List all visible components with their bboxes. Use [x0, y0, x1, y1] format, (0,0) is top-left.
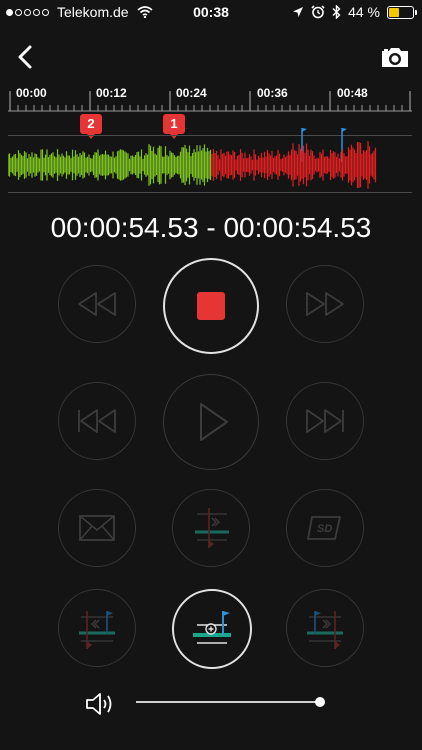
waveform-top-divider: [8, 135, 412, 136]
mail-icon: [79, 515, 115, 541]
marker-1[interactable]: 1: [163, 114, 185, 139]
previous-marker-button[interactable]: [58, 589, 136, 667]
battery-percent: 44 %: [348, 4, 380, 20]
battery-level: [389, 7, 400, 17]
tick-label: 00:12: [96, 86, 127, 100]
add-marker-icon: [193, 611, 231, 644]
fast-forward-icon: [306, 292, 344, 316]
svg-text:SD: SD: [317, 523, 332, 535]
next-marker-icon: [307, 611, 343, 649]
skip-back-button[interactable]: [58, 382, 136, 460]
waveform-bottom-divider: [8, 192, 412, 193]
camera-button[interactable]: [380, 44, 410, 70]
battery-icon: [387, 5, 417, 19]
location-icon: [293, 7, 304, 17]
tick-label: 00:00: [16, 86, 47, 100]
status-bar: Telekom.de 00:38 44 %: [0, 0, 422, 24]
email-button[interactable]: [58, 489, 136, 567]
tick-label: 00:48: [337, 86, 368, 100]
speaker-icon: [86, 693, 112, 715]
marker-2[interactable]: 2: [80, 114, 102, 139]
play-icon: [200, 403, 228, 441]
sd-card-icon: SD: [307, 516, 341, 540]
status-right: 44 %: [292, 4, 417, 20]
alarm-icon: [311, 5, 325, 19]
rewind-button[interactable]: [58, 265, 136, 343]
timeline-ruler[interactable]: 00:00 00:12 00:24 00:36 00:48: [8, 86, 412, 112]
audio-waveform[interactable]: [8, 140, 412, 190]
skip-forward-icon: [306, 409, 344, 433]
play-button[interactable]: [163, 374, 259, 470]
save-to-sd-button[interactable]: SD: [286, 489, 364, 567]
next-marker-button[interactable]: [286, 589, 364, 667]
stop-button[interactable]: [163, 258, 259, 354]
rewind-icon: [78, 292, 116, 316]
skip-back-icon: [78, 409, 116, 433]
split-button[interactable]: [172, 489, 250, 567]
stop-icon: [197, 292, 225, 320]
previous-marker-icon: [79, 611, 115, 649]
tick-label: 00:36: [257, 86, 288, 100]
fast-forward-button[interactable]: [286, 265, 364, 343]
skip-forward-button[interactable]: [286, 382, 364, 460]
add-marker-button[interactable]: [172, 589, 252, 669]
volume-slider-thumb[interactable]: [315, 697, 325, 707]
tick-label: 00:24: [176, 86, 207, 100]
back-button[interactable]: [14, 44, 38, 70]
time-range-display: 00:00:54.53 - 00:00:54.53: [50, 212, 372, 243]
bluetooth-icon: [332, 5, 341, 19]
split-marker-icon: [195, 508, 229, 548]
volume-slider[interactable]: [136, 697, 325, 707]
